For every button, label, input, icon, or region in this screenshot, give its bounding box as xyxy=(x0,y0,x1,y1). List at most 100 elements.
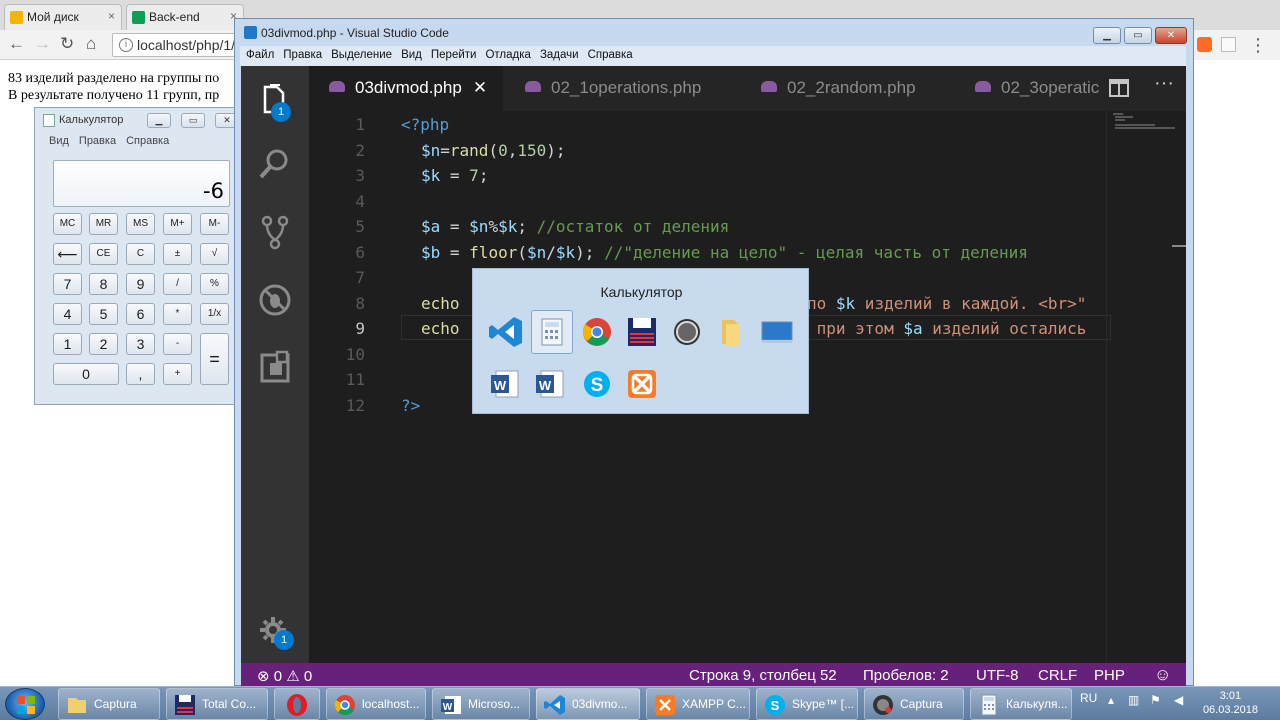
c-key[interactable]: C xyxy=(126,243,155,265)
tab-02-2random[interactable]: 02_2random.php xyxy=(741,66,953,111)
settings-gear-icon[interactable]: 1 xyxy=(257,614,294,650)
menu-help[interactable]: Справка xyxy=(126,135,169,147)
scrollbar-marker[interactable] xyxy=(1172,245,1186,247)
m-minus-key[interactable]: M- xyxy=(200,213,229,235)
divide-key[interactable]: / xyxy=(163,273,192,295)
browser-tab[interactable]: Back-end × xyxy=(126,4,244,30)
digit-4-key[interactable]: 4 xyxy=(53,303,82,325)
taskbar-item-captura-app[interactable]: Captura xyxy=(864,688,964,720)
explorer-icon[interactable]: 1 xyxy=(257,82,293,122)
source-control-icon[interactable] xyxy=(257,214,293,250)
menu-view[interactable]: Вид xyxy=(401,49,422,61)
volume-tray-icon[interactable]: ◀ xyxy=(1174,693,1183,707)
taskbar-item-total-commander[interactable]: Total Co... xyxy=(166,688,268,720)
decimal-key[interactable]: , xyxy=(126,363,155,385)
xampp-icon[interactable] xyxy=(624,366,660,402)
tab-03divmod[interactable]: 03divmod.php ✕ xyxy=(309,66,503,111)
reciprocal-key[interactable]: 1/x xyxy=(200,303,229,325)
system-clock[interactable]: 3:01 06.03.2018 xyxy=(1203,689,1258,717)
home-icon[interactable]: ⌂ xyxy=(86,34,96,54)
total-commander-icon[interactable] xyxy=(624,314,660,350)
percent-key[interactable]: % xyxy=(200,273,229,295)
start-button[interactable] xyxy=(5,688,45,720)
menu-help[interactable]: Справка xyxy=(588,49,633,61)
debug-icon[interactable] xyxy=(257,282,293,318)
skype-icon[interactable]: S xyxy=(579,366,615,402)
forward-icon[interactable]: → xyxy=(34,34,51,54)
vscode-icon[interactable] xyxy=(488,314,524,350)
taskbar-item-skype[interactable]: S Skype™ [... xyxy=(756,688,858,720)
extension-icon[interactable] xyxy=(1197,37,1212,52)
word-icon[interactable]: W xyxy=(488,366,524,402)
menu-go[interactable]: Перейти xyxy=(431,49,477,61)
subtract-key[interactable]: - xyxy=(163,333,192,355)
word-icon[interactable]: W xyxy=(533,366,569,402)
backspace-key[interactable]: ⟵ xyxy=(53,243,82,265)
menu-file[interactable]: Файл xyxy=(246,49,274,61)
language-indicator[interactable]: RU xyxy=(1080,691,1097,705)
indentation[interactable]: Пробелов: 2 xyxy=(863,667,949,684)
multiply-key[interactable]: * xyxy=(163,303,192,325)
search-icon[interactable] xyxy=(257,146,293,182)
equals-key[interactable]: = xyxy=(200,333,229,385)
maximize-button[interactable]: ▭ xyxy=(1124,27,1152,44)
menu-debug[interactable]: Отладка xyxy=(485,49,530,61)
digit-5-key[interactable]: 5 xyxy=(89,303,118,325)
menu-selection[interactable]: Выделение xyxy=(331,49,392,61)
digit-6-key[interactable]: 6 xyxy=(126,303,155,325)
minimap[interactable] xyxy=(1106,111,1176,663)
sqrt-key[interactable]: √ xyxy=(200,243,229,265)
taskbar-item-chrome[interactable]: localhost... xyxy=(326,688,426,720)
digit-7-key[interactable]: 7 xyxy=(53,273,82,295)
cursor-position[interactable]: Строка 9, столбец 52 xyxy=(689,667,837,684)
digit-2-key[interactable]: 2 xyxy=(89,333,118,355)
address-bar[interactable]: i localhost/php/1/ xyxy=(112,33,242,57)
menu-icon[interactable]: ⋮ xyxy=(1249,35,1267,56)
taskbar-item-calculator[interactable]: Калькуля... xyxy=(970,688,1072,720)
close-icon[interactable]: × xyxy=(108,9,115,23)
minimize-button[interactable]: ▁ xyxy=(1093,27,1121,44)
digit-1-key[interactable]: 1 xyxy=(53,333,82,355)
tab-02-3operations[interactable]: 02_3operatic xyxy=(953,66,1099,111)
digit-8-key[interactable]: 8 xyxy=(89,273,118,295)
maximize-button[interactable]: ▭ xyxy=(181,113,205,128)
info-icon[interactable]: i xyxy=(119,38,133,52)
menu-edit[interactable]: Правка xyxy=(79,135,116,147)
chrome-icon[interactable] xyxy=(579,314,615,350)
tray-expand-icon[interactable]: ▴ xyxy=(1108,693,1114,707)
ce-key[interactable]: CE xyxy=(89,243,118,265)
line-endings[interactable]: CRLF xyxy=(1038,667,1077,684)
more-actions-icon[interactable]: ··· xyxy=(1154,72,1174,95)
taskbar-item-captura[interactable]: Captura xyxy=(58,688,160,720)
flag-tray-icon[interactable]: ⚑ xyxy=(1150,693,1161,707)
encoding[interactable]: UTF-8 xyxy=(976,667,1019,684)
tab-02-1operations[interactable]: 02_1operations.php xyxy=(503,66,741,111)
extensions-icon[interactable] xyxy=(257,350,293,386)
taskbar-item-xampp[interactable]: XAMPP C... xyxy=(646,688,750,720)
extension-icon[interactable] xyxy=(1221,37,1236,52)
mc-key[interactable]: MC xyxy=(53,213,82,235)
digit-0-key[interactable]: 0 xyxy=(53,363,119,385)
minimize-button[interactable]: ▁ xyxy=(147,113,171,128)
ms-key[interactable]: MS xyxy=(126,213,155,235)
plus-minus-key[interactable]: ± xyxy=(163,243,192,265)
language-mode[interactable]: PHP xyxy=(1094,667,1125,684)
reload-icon[interactable]: ↻ xyxy=(60,34,74,54)
back-icon[interactable]: ← xyxy=(8,34,25,54)
digit-9-key[interactable]: 9 xyxy=(126,273,155,295)
captura-icon[interactable] xyxy=(669,314,705,350)
desktop-icon[interactable] xyxy=(759,314,795,350)
calculator-icon[interactable] xyxy=(531,310,573,354)
taskbar-item-vscode[interactable]: 03divmo... xyxy=(536,688,640,720)
split-editor-icon[interactable] xyxy=(1109,78,1129,103)
digit-3-key[interactable]: 3 xyxy=(126,333,155,355)
folder-icon[interactable] xyxy=(714,314,750,350)
browser-tab[interactable]: Мой диск × xyxy=(4,4,122,30)
menu-edit[interactable]: Правка xyxy=(283,49,322,61)
mr-key[interactable]: MR xyxy=(89,213,118,235)
close-icon[interactable]: ✕ xyxy=(473,78,487,97)
network-tray-icon[interactable]: ▥ xyxy=(1128,693,1139,707)
menu-view[interactable]: Вид xyxy=(49,135,69,147)
m-plus-key[interactable]: M+ xyxy=(163,213,192,235)
problems-indicator[interactable]: ⊗ 0 ⚠ 0 xyxy=(257,667,312,685)
